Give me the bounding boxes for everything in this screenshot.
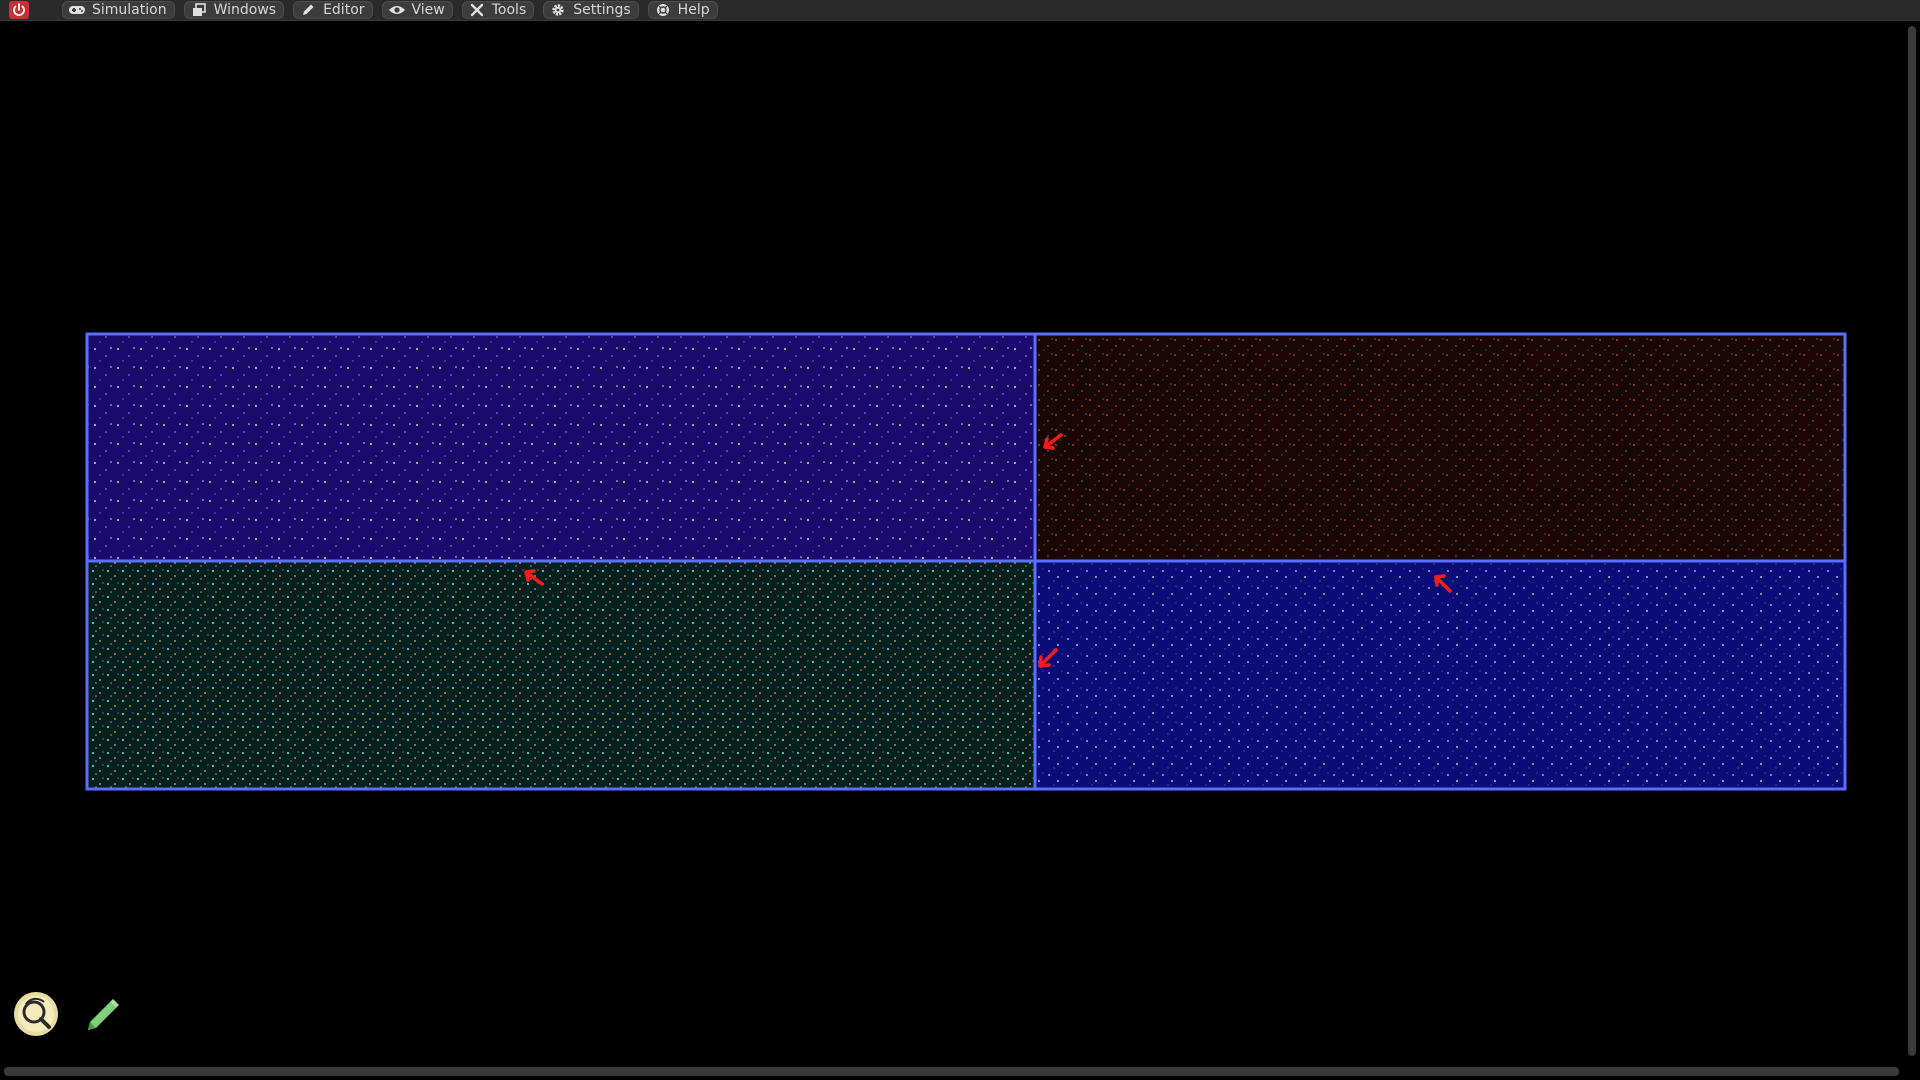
pencil-tool-button[interactable] — [78, 990, 126, 1038]
menu-help-label: Help — [677, 2, 710, 18]
power-button[interactable] — [6, 0, 32, 21]
menu-bar: Simulation Windows Editor View Tools Set… — [0, 0, 1920, 21]
red-arrow — [1038, 648, 1058, 668]
red-arrow — [524, 569, 544, 586]
region-bottom-left-particles — [88, 561, 1035, 788]
menu-settings-label: Settings — [573, 2, 631, 18]
horizontal-scrollbar[interactable] — [4, 1067, 1899, 1076]
menu-settings[interactable]: Settings — [543, 1, 639, 19]
power-icon — [9, 1, 29, 19]
region-top-left-particles — [88, 335, 1035, 561]
vertical-scrollbar[interactable] — [1908, 26, 1916, 1056]
menu-editor-label: Editor — [323, 2, 365, 18]
eye-icon — [388, 3, 406, 17]
menu-simulation[interactable]: Simulation — [62, 1, 175, 19]
help-icon — [654, 3, 672, 17]
zoom-tool-button[interactable] — [12, 990, 60, 1038]
menu-tools[interactable]: Tools — [461, 1, 535, 19]
simulation-canvas — [85, 332, 1847, 791]
red-arrow — [1043, 433, 1063, 450]
zoom-search-icon — [14, 992, 58, 1036]
menu-simulation-label: Simulation — [92, 2, 167, 18]
menu-view[interactable]: View — [381, 1, 453, 19]
pencil-tool-icon — [88, 999, 119, 1030]
menu-tools-label: Tools — [491, 2, 527, 18]
gear-icon — [549, 3, 567, 17]
windows-icon — [190, 3, 208, 17]
menu-help[interactable]: Help — [647, 1, 718, 19]
menu-windows[interactable]: Windows — [183, 1, 285, 19]
red-arrow — [1434, 574, 1452, 593]
menu-view-label: View — [411, 2, 445, 18]
wrench-icon — [468, 3, 486, 17]
pencil-icon — [299, 3, 317, 17]
menu-editor[interactable]: Editor — [293, 1, 373, 19]
toolbox — [12, 990, 144, 1038]
gamepad-icon — [68, 3, 86, 17]
region-top-right-particles — [1035, 335, 1844, 561]
menu-windows-label: Windows — [213, 2, 277, 18]
simulation-viewport[interactable] — [0, 22, 1904, 1062]
